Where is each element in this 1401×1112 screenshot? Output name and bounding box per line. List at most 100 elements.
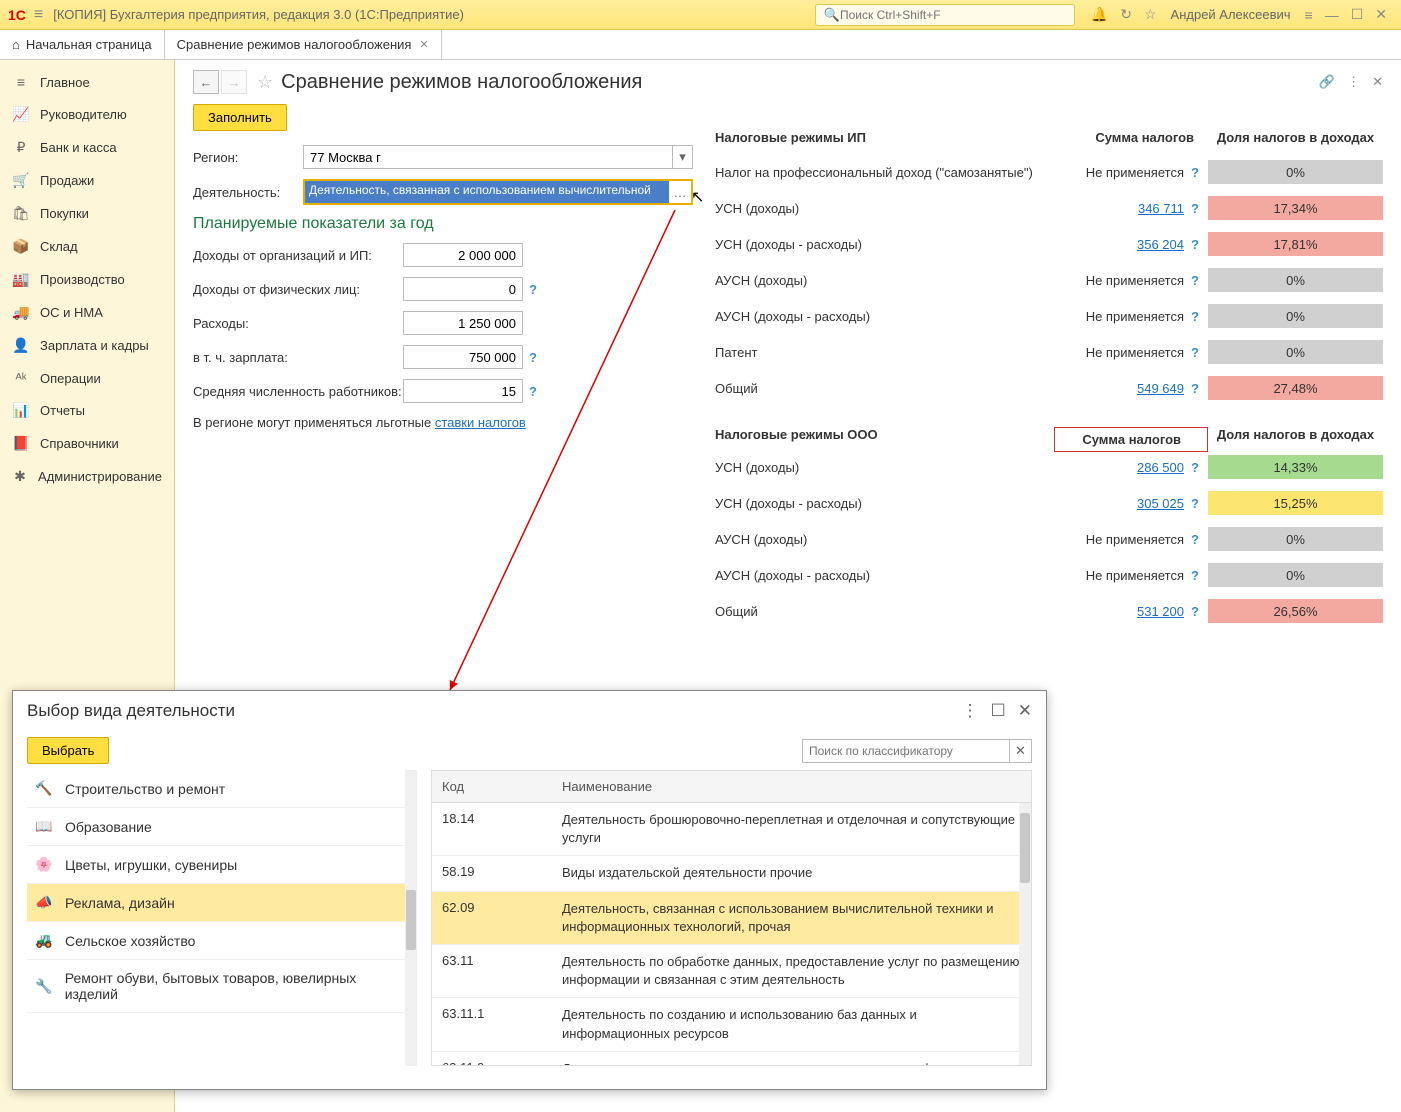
fill-button[interactable]: Заполнить: [193, 104, 287, 131]
page-close-icon[interactable]: ✕: [1372, 74, 1383, 90]
region-input[interactable]: [304, 146, 672, 168]
menu-icon[interactable]: ≡: [1305, 7, 1313, 23]
global-search[interactable]: 🔍: [815, 4, 1075, 26]
choose-button[interactable]: Выбрать: [27, 737, 109, 764]
rates-link[interactable]: ставки налогов: [435, 415, 526, 430]
region-select[interactable]: ▾: [303, 145, 693, 169]
category-icon: 📣: [35, 894, 57, 911]
sidebar-item[interactable]: ₽Банк и касса: [0, 131, 174, 164]
help-icon[interactable]: ?: [1188, 532, 1202, 547]
code-row[interactable]: 18.14Деятельность брошюровочно-переплетн…: [432, 803, 1031, 856]
scrollbar[interactable]: [1019, 803, 1031, 1065]
code-row[interactable]: 63.11.9Деятельность по предоставлению ус…: [432, 1052, 1031, 1066]
expenses-input[interactable]: [403, 311, 523, 335]
salary-input[interactable]: [403, 345, 523, 369]
help-icon[interactable]: ?: [1188, 345, 1202, 360]
income-org-input[interactable]: [403, 243, 523, 267]
sidebar-icon: 👤: [12, 337, 30, 354]
kebab-icon[interactable]: ⋮: [962, 701, 979, 721]
history-icon[interactable]: ↻: [1120, 6, 1132, 23]
category-item[interactable]: 🔨Строительство и ремонт: [27, 770, 417, 808]
tax-sum: Не применяется: [1048, 568, 1188, 583]
tax-sum-link[interactable]: 305 025: [1137, 496, 1184, 511]
sidebar-item-label: Производство: [40, 272, 125, 287]
kebab-icon[interactable]: ⋮: [1347, 74, 1360, 90]
category-list[interactable]: 🔨Строительство и ремонт📖Образование🌸Цвет…: [27, 770, 417, 1066]
code-row[interactable]: 63.11.1Деятельность по созданию и исполь…: [432, 998, 1031, 1051]
tab-home-label: Начальная страница: [26, 37, 152, 52]
sidebar-item[interactable]: 🚚ОС и НМА: [0, 296, 174, 329]
scrollbar[interactable]: [405, 770, 417, 1066]
sidebar-item[interactable]: 🛍Покупки: [0, 197, 174, 230]
category-item[interactable]: 🌸Цветы, игрушки, сувениры: [27, 846, 417, 884]
code-row[interactable]: 62.09Деятельность, связанная с использов…: [432, 892, 1031, 945]
category-item[interactable]: 📣Реклама, дизайн: [27, 884, 417, 922]
tax-sum-link[interactable]: 356 204: [1137, 237, 1184, 252]
help-icon[interactable]: ?: [1188, 201, 1202, 216]
help-icon[interactable]: ?: [1188, 604, 1202, 619]
help-icon[interactable]: ?: [529, 384, 537, 399]
maximize-icon[interactable]: ☐: [991, 701, 1006, 721]
tab-home[interactable]: ⌂ Начальная страница: [0, 30, 165, 59]
tax-sum-link[interactable]: 549 649: [1137, 381, 1184, 396]
tax-name: АУСН (доходы): [715, 532, 1048, 547]
nav-back-button[interactable]: ←: [193, 70, 219, 94]
income-ind-input[interactable]: [403, 277, 523, 301]
sidebar-item[interactable]: 📕Справочники: [0, 427, 174, 460]
help-icon[interactable]: ?: [1188, 165, 1202, 180]
sidebar-item[interactable]: ≡Главное: [0, 66, 174, 98]
category-icon: 🔨: [35, 780, 57, 797]
tax-row: АУСН (доходы) Не применяется ? 0%: [715, 524, 1383, 554]
user-name[interactable]: Андрей Алексеевич: [1171, 7, 1291, 22]
star-icon[interactable]: ☆: [1144, 6, 1157, 23]
sidebar-item[interactable]: ✱Администрирование: [0, 460, 174, 493]
tax-sum-link[interactable]: 531 200: [1137, 604, 1184, 619]
help-icon[interactable]: ?: [529, 350, 537, 365]
code-row[interactable]: 63.11Деятельность по обработке данных, п…: [432, 945, 1031, 998]
close-icon[interactable]: ✕: [1375, 6, 1387, 23]
sidebar-item[interactable]: 👤Зарплата и кадры: [0, 329, 174, 362]
tax-sum-link[interactable]: 346 711: [1138, 201, 1184, 216]
sidebar-item[interactable]: 📈Руководителю: [0, 98, 174, 131]
activity-select[interactable]: Деятельность, связанная с использованием…: [303, 179, 693, 205]
tab-close-icon[interactable]: ✕: [419, 38, 428, 51]
tax-name: Налог на профессиональный доход ("самоза…: [715, 165, 1048, 180]
help-icon[interactable]: ?: [1188, 460, 1202, 475]
favorite-icon[interactable]: ☆: [257, 72, 273, 93]
nav-forward-button[interactable]: →: [221, 70, 247, 94]
category-item[interactable]: 🚜Сельское хозяйство: [27, 922, 417, 960]
category-icon: 🚜: [35, 932, 57, 949]
help-icon[interactable]: ?: [1188, 237, 1202, 252]
classifier-search-input[interactable]: [803, 740, 1009, 762]
tax-share: 17,34%: [1208, 196, 1383, 220]
minimize-icon[interactable]: —: [1325, 7, 1339, 23]
help-icon[interactable]: ?: [529, 282, 537, 297]
code-row[interactable]: 58.19Виды издательской деятельности проч…: [432, 856, 1031, 891]
category-item[interactable]: 🔧Ремонт обуви, бытовых товаров, ювелирны…: [27, 960, 417, 1013]
classifier-search[interactable]: ✕: [802, 739, 1032, 763]
bell-icon[interactable]: 🔔: [1091, 6, 1108, 23]
category-item[interactable]: 📖Образование: [27, 808, 417, 846]
dropdown-icon[interactable]: ▾: [672, 146, 692, 168]
ellipsis-icon[interactable]: …: [669, 181, 691, 203]
help-icon[interactable]: ?: [1188, 568, 1202, 583]
hamburger-icon[interactable]: ≡: [34, 6, 43, 24]
maximize-icon[interactable]: ☐: [1351, 6, 1364, 23]
sidebar-item[interactable]: 🏭Производство: [0, 263, 174, 296]
tab-compare[interactable]: Сравнение режимов налогообложения ✕: [165, 30, 442, 59]
global-search-input[interactable]: [840, 8, 1066, 22]
help-icon[interactable]: ?: [1188, 309, 1202, 324]
sidebar-item[interactable]: ᴬᵏОперации: [0, 362, 174, 394]
employees-input[interactable]: [403, 379, 523, 403]
tax-name: Общий: [715, 381, 1048, 396]
link-icon[interactable]: 🔗: [1319, 74, 1335, 90]
help-icon[interactable]: ?: [1188, 273, 1202, 288]
sidebar-item[interactable]: 🛒Продажи: [0, 164, 174, 197]
clear-icon[interactable]: ✕: [1009, 740, 1031, 762]
help-icon[interactable]: ?: [1188, 496, 1202, 511]
tax-sum-link[interactable]: 286 500: [1137, 460, 1184, 475]
close-icon[interactable]: ✕: [1018, 701, 1032, 721]
help-icon[interactable]: ?: [1188, 381, 1202, 396]
sidebar-item[interactable]: 📊Отчеты: [0, 394, 174, 427]
sidebar-item[interactable]: 📦Склад: [0, 230, 174, 263]
